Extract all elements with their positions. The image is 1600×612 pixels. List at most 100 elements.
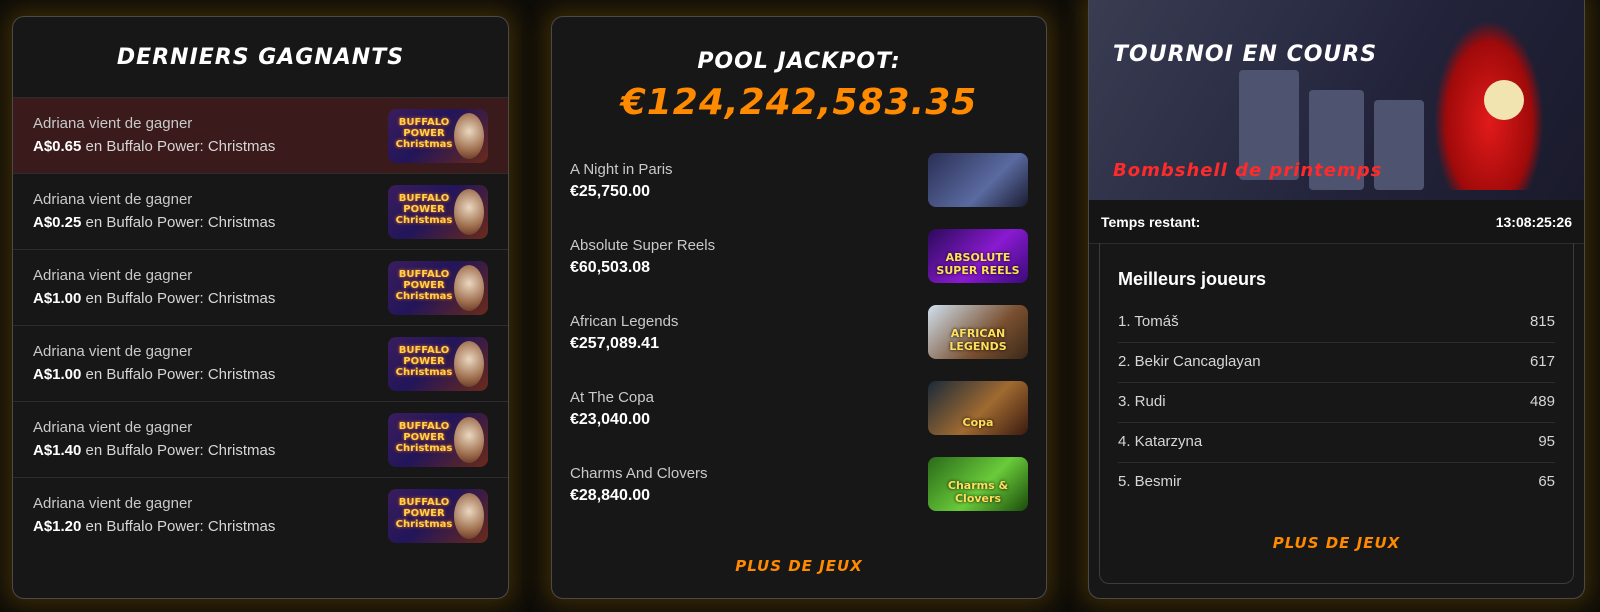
time-remaining-bar: Temps restant: 13:08:25:26 xyxy=(1089,200,1584,244)
player-name: 2. Bekir Cancaglayan xyxy=(1118,353,1261,370)
leaderboard-row: 2. Bekir Cancaglayan 617 xyxy=(1118,343,1555,383)
thumbnail-title: AFRICAN LEGENDS xyxy=(949,327,1007,353)
game-name: Charms And Clovers xyxy=(570,465,708,482)
buffalo-image xyxy=(454,417,484,463)
jackpot-title: Pool jackpot: xyxy=(697,49,901,74)
winner-amount: A$0.65 xyxy=(33,138,82,155)
more-games-link[interactable]: Plus de jeux xyxy=(552,557,1046,575)
player-points: 95 xyxy=(1538,433,1555,450)
winner-row[interactable]: Adriana vient de gagner A$1.40 en Buffal… xyxy=(13,401,508,477)
player-name: 5. Besmir xyxy=(1118,473,1182,490)
winner-text: Adriana vient de gagner xyxy=(33,191,193,208)
leaderboard: Meilleurs joueurs 1. Tomáš 815 2. Bekir C… xyxy=(1099,243,1574,584)
buffalo-image xyxy=(454,265,484,311)
leaderboard-row: 3. Rudi 489 xyxy=(1118,383,1555,423)
winner-game: en Buffalo Power: Christmas xyxy=(85,518,276,535)
winner-row[interactable]: Adriana vient de gagner A$1.00 en Buffal… xyxy=(13,325,508,401)
game-name: At The Copa xyxy=(570,389,654,406)
leaderboard-title: Meilleurs joueurs xyxy=(1118,269,1267,289)
buffalo-image xyxy=(454,341,484,387)
thumbnail-title: BUFFALO POWER Christmas xyxy=(395,269,453,302)
game-name: Absolute Super Reels xyxy=(570,237,716,254)
winner-text: Adriana vient de gagner xyxy=(33,419,193,436)
player-points: 65 xyxy=(1538,473,1555,490)
game-thumbnail[interactable] xyxy=(928,153,1028,207)
leaderboard-list: 1. Tomáš 815 2. Bekir Cancaglayan 617 3. R… xyxy=(1118,303,1555,502)
winner-detail: A$0.25 en Buffalo Power: Christmas xyxy=(33,214,275,231)
buffalo-image xyxy=(454,493,484,539)
leaderboard-row: 5. Besmir 65 xyxy=(1118,463,1555,502)
tournament-panel: Tournoi en cours Bombshell de printemps … xyxy=(1088,0,1585,599)
thumbnail-title: Charms & Clovers xyxy=(947,479,1009,505)
jackpot-amount: €124,242,583.35 xyxy=(620,82,978,123)
game-thumbnail[interactable]: ABSOLUTE SUPER REELS xyxy=(928,229,1028,283)
game-thumbnail[interactable]: BUFFALO POWER Christmas xyxy=(388,109,488,163)
player-name: 3. Rudi xyxy=(1118,393,1166,410)
player-points: 815 xyxy=(1529,313,1555,330)
winner-amount: A$1.00 xyxy=(33,290,82,307)
winner-text: Adriana vient de gagner xyxy=(33,267,193,284)
game-name: African Legends xyxy=(570,313,679,330)
winner-row[interactable]: Adriana vient de gagner A$1.00 en Buffal… xyxy=(13,249,508,325)
winner-amount: A$1.00 xyxy=(33,366,82,383)
jackpot-game-row[interactable]: Charms And Clovers €28,840.00 Charms & C… xyxy=(552,457,1046,533)
game-jackpot-value: €60,503.08 xyxy=(570,259,651,276)
game-thumbnail[interactable]: BUFFALO POWER Christmas xyxy=(388,489,488,543)
tournament-name: Bombshell de printemps xyxy=(1113,160,1383,181)
winner-game: en Buffalo Power: Christmas xyxy=(85,138,276,155)
game-thumbnail[interactable]: AFRICAN LEGENDS xyxy=(928,305,1028,359)
game-thumbnail[interactable]: BUFFALO POWER Christmas xyxy=(388,413,488,467)
player-points: 489 xyxy=(1529,393,1555,410)
winner-row[interactable]: Adriana vient de gagner A$0.25 en Buffal… xyxy=(13,173,508,249)
game-thumbnail[interactable]: BUFFALO POWER Christmas xyxy=(388,337,488,391)
winner-row[interactable]: Adriana vient de gagner A$1.20 en Buffal… xyxy=(13,477,508,553)
thumbnail-title: BUFFALO POWER Christmas xyxy=(395,421,453,454)
recent-winners-title: Derniers gagnants xyxy=(116,45,405,70)
jackpot-game-list: A Night in Paris €25,750.00 Absolute Sup… xyxy=(552,153,1046,533)
thumbnail-title: Copa xyxy=(962,416,994,429)
winner-row[interactable]: Adriana vient de gagner A$0.65 en Buffal… xyxy=(13,97,508,173)
game-jackpot-value: €28,840.00 xyxy=(570,487,651,504)
time-remaining-label: Temps restant: xyxy=(1101,214,1201,230)
game-jackpot-value: €257,089.41 xyxy=(570,335,659,352)
buffalo-image xyxy=(454,113,484,159)
jackpot-game-row[interactable]: African Legends €257,089.41 AFRICAN LEGE… xyxy=(552,305,1046,381)
winner-text: Adriana vient de gagner xyxy=(33,495,193,512)
winner-detail: A$1.00 en Buffalo Power: Christmas xyxy=(33,290,275,307)
game-thumbnail[interactable]: Charms & Clovers xyxy=(928,457,1028,511)
game-jackpot-value: €25,750.00 xyxy=(570,183,651,200)
winner-game: en Buffalo Power: Christmas xyxy=(85,366,276,383)
winner-list: Adriana vient de gagner A$0.65 en Buffal… xyxy=(13,97,508,553)
jackpot-game-row[interactable]: A Night in Paris €25,750.00 xyxy=(552,153,1046,229)
thumbnail-title: BUFFALO POWER Christmas xyxy=(395,497,453,530)
winner-amount: A$0.25 xyxy=(33,214,82,231)
player-name: 1. Tomáš xyxy=(1118,313,1179,330)
tournament-title: Tournoi en cours xyxy=(1113,42,1378,67)
player-points: 617 xyxy=(1529,353,1555,370)
jackpot-game-row[interactable]: Absolute Super Reels €60,503.08 ABSOLUTE… xyxy=(552,229,1046,305)
game-thumbnail[interactable]: Copa xyxy=(928,381,1028,435)
game-thumbnail[interactable]: BUFFALO POWER Christmas xyxy=(388,261,488,315)
recent-winners-panel: Derniers gagnants Adriana vient de gagne… xyxy=(12,16,509,599)
thumbnail-title: BUFFALO POWER Christmas xyxy=(395,193,453,226)
game-name: A Night in Paris xyxy=(570,161,673,178)
winner-amount: A$1.20 xyxy=(33,518,82,535)
thumbnail-title: BUFFALO POWER Christmas xyxy=(395,117,453,150)
winner-text: Adriana vient de gagner xyxy=(33,115,193,132)
leaderboard-row: 4. Katarzyna 95 xyxy=(1118,423,1555,463)
winner-game: en Buffalo Power: Christmas xyxy=(85,290,276,307)
player-name: 4. Katarzyna xyxy=(1118,433,1203,450)
leaderboard-row: 1. Tomáš 815 xyxy=(1118,303,1555,343)
game-jackpot-value: €23,040.00 xyxy=(570,411,651,428)
winner-detail: A$1.00 en Buffalo Power: Christmas xyxy=(33,366,275,383)
tournament-banner[interactable]: Tournoi en cours Bombshell de printemps xyxy=(1089,0,1584,200)
winner-detail: A$0.65 en Buffalo Power: Christmas xyxy=(33,138,275,155)
winner-game: en Buffalo Power: Christmas xyxy=(85,214,276,231)
jackpot-game-row[interactable]: At The Copa €23,040.00 Copa xyxy=(552,381,1046,457)
game-thumbnail[interactable]: BUFFALO POWER Christmas xyxy=(388,185,488,239)
thumbnail-title: ABSOLUTE SUPER REELS xyxy=(936,251,1020,277)
winner-detail: A$1.40 en Buffalo Power: Christmas xyxy=(33,442,275,459)
winner-text: Adriana vient de gagner xyxy=(33,343,193,360)
more-games-link[interactable]: Plus de jeux xyxy=(1089,534,1584,552)
winner-detail: A$1.20 en Buffalo Power: Christmas xyxy=(33,518,275,535)
